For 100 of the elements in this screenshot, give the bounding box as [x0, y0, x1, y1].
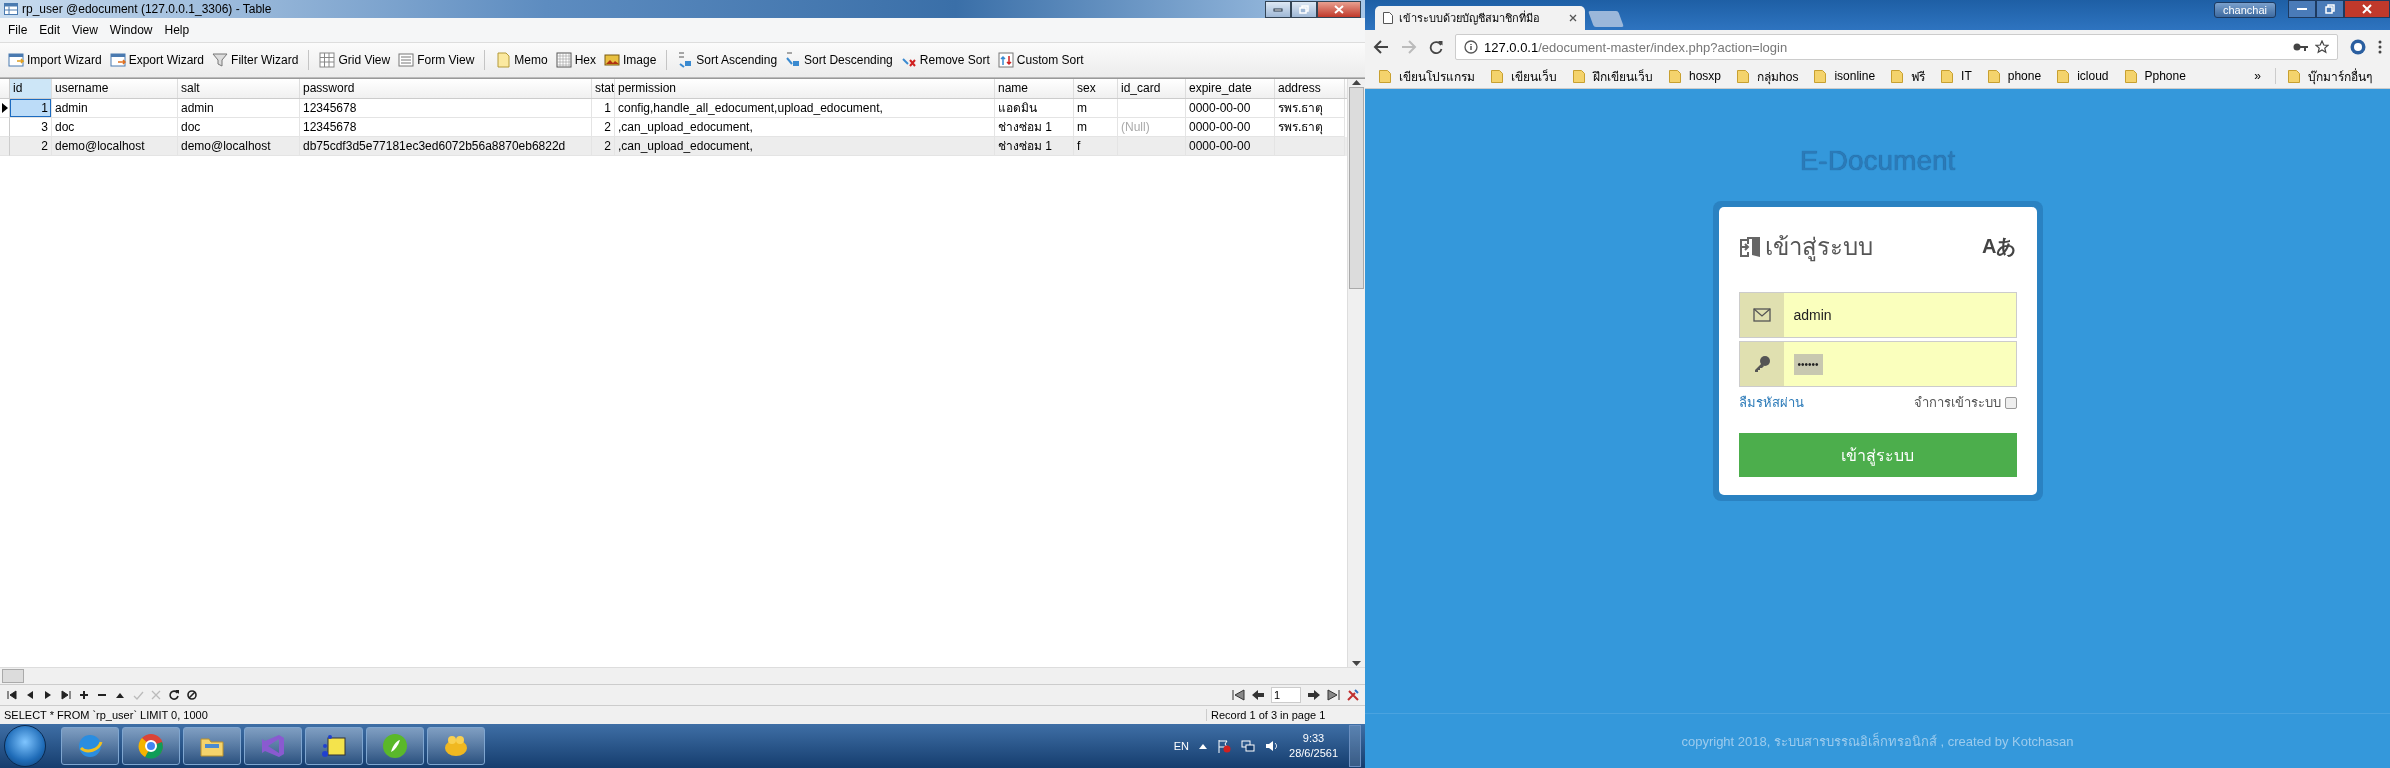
plus-button[interactable]: [78, 689, 90, 701]
folder-icon: [2057, 69, 2070, 83]
flag-icon[interactable]: [1217, 739, 1232, 753]
horizontal-scrollbar[interactable]: [0, 667, 1365, 684]
bookmark[interactable]: isonline: [1808, 67, 1886, 85]
table-row[interactable]: 3 doc doc 12345678 2 ,can_upload_edocument, ช่างซ่อม 1 m (Null) 0000-00-00 รพร.ธาตุ: [0, 118, 1347, 137]
toolbar-button[interactable]: Export Wizard: [105, 50, 209, 70]
bookmark[interactable]: เขียนโปรแกรม: [1373, 64, 1485, 88]
remember-checkbox[interactable]: [2004, 396, 2017, 409]
first-button[interactable]: [6, 689, 18, 701]
taskbar-button[interactable]: [427, 727, 485, 765]
last-button[interactable]: [60, 689, 72, 701]
toolbar-button[interactable]: Sort Ascending: [673, 50, 782, 70]
table-icon: [8, 52, 24, 68]
column-header[interactable]: username: [52, 79, 178, 98]
column-header[interactable]: expire_date: [1186, 79, 1275, 98]
new-tab-button[interactable]: [1588, 11, 1624, 27]
toolbar-button[interactable]: Image: [600, 50, 661, 70]
menu-item[interactable]: Help: [158, 21, 196, 39]
taskbar-button[interactable]: [61, 727, 119, 765]
taskbar-button[interactable]: [122, 727, 180, 765]
bookmark[interactable]: กลุ่มhos: [1731, 64, 1809, 88]
reload-button[interactable]: [1429, 40, 1443, 54]
column-header[interactable]: permission: [615, 79, 995, 98]
toolbar-button[interactable]: Hex: [551, 50, 600, 70]
close-icon[interactable]: [1569, 14, 1577, 22]
toolbar-button[interactable]: Import Wizard: [4, 50, 106, 70]
settings-button[interactable]: [1347, 689, 1359, 701]
profile-name[interactable]: chanchai: [2213, 2, 2276, 18]
page-field[interactable]: 1: [1271, 687, 1301, 703]
menu-item[interactable]: Edit: [33, 21, 67, 39]
stop-button[interactable]: [186, 689, 198, 701]
last-icon: [1327, 689, 1341, 701]
column-header[interactable]: sex: [1074, 79, 1118, 98]
start-button[interactable]: [4, 725, 46, 767]
browser-tab[interactable]: เข้าระบบด้วยบัญชีสมาชิกที่มีอ: [1375, 6, 1585, 30]
first-page-button[interactable]: [1231, 689, 1245, 701]
restore-button[interactable]: [2316, 0, 2344, 18]
refresh-button[interactable]: [168, 689, 180, 701]
toolbar-button[interactable]: Memo: [491, 50, 552, 70]
bookmark[interactable]: บุ๊กมาร์กอื่นๆ: [2282, 64, 2382, 88]
toolbar-button[interactable]: Custom Sort: [993, 50, 1088, 70]
star-icon[interactable]: [2315, 40, 2329, 54]
network-icon[interactable]: [1241, 739, 1256, 753]
back-button[interactable]: [1373, 40, 1389, 54]
column-header[interactable]: salt: [178, 79, 300, 98]
toolbar-button[interactable]: Remove Sort: [896, 50, 994, 70]
bookmark[interactable]: phone: [1981, 67, 2052, 85]
column-header[interactable]: stat: [592, 79, 615, 98]
bookmark[interactable]: IT: [1935, 67, 1982, 85]
language-indicator[interactable]: EN: [1173, 740, 1190, 752]
login-title: เข้าสู่ระบบ: [1764, 232, 1873, 264]
toolbar-button[interactable]: Grid View: [315, 50, 395, 70]
toolbar-button[interactable]: Filter Wizard: [208, 50, 303, 70]
column-header[interactable]: name: [995, 79, 1074, 98]
bookmark[interactable]: hosxp: [1663, 67, 1732, 85]
password-field[interactable]: ••••••: [1738, 341, 2017, 387]
restore-button[interactable]: [1291, 0, 1317, 18]
table-row[interactable]: 2 demo@localhost demo@localhost db75cdf3d5e77181ec3ed6072b56a8870eb6822d 2 ,can_upload_edocument, ช่างซ่อม 1 f 0000-00-00: [0, 137, 1347, 156]
clock[interactable]: 9:33 28/6/2561: [1289, 730, 1338, 762]
last-page-button[interactable]: [1327, 689, 1341, 701]
toolbar-button[interactable]: Sort Descending: [781, 50, 897, 70]
menu-item[interactable]: Window: [103, 21, 159, 39]
column-header[interactable]: id: [10, 79, 52, 98]
folder-icon: [2288, 69, 2300, 83]
column-header[interactable]: address: [1275, 79, 1345, 98]
taskbar-button[interactable]: [244, 727, 302, 765]
language-button[interactable]: Aあ: [1982, 233, 2017, 260]
speaker-icon[interactable]: [1265, 739, 1280, 753]
bookmark[interactable]: Pphone: [2118, 67, 2196, 85]
toolbar-button[interactable]: Form View: [394, 50, 479, 70]
forgot-password-link[interactable]: ลืมรหัสผ่าน: [1738, 392, 1804, 413]
menu-icon[interactable]: [2378, 40, 2382, 54]
address-bar[interactable]: 127.0.0.1/edocument-master/index.php?action=login: [1455, 34, 2338, 60]
bookmark[interactable]: icloud: [2051, 67, 2119, 85]
taskbar-button[interactable]: [183, 727, 241, 765]
menu-item[interactable]: File: [2, 21, 34, 39]
folder-icon: [1987, 69, 2000, 83]
menu-item[interactable]: View: [66, 21, 104, 39]
column-header[interactable]: id_card: [1118, 79, 1186, 98]
minimize-button[interactable]: [1265, 0, 1291, 18]
column-header[interactable]: password: [300, 79, 592, 98]
bookmark[interactable]: ฝึกเขียนเว็บ: [1567, 64, 1663, 88]
table-row[interactable]: 1 admin admin 12345678 1 config,handle_all_edocument,upload_edocument, แอดมิน m 0000-00-00 รพร.ธาตุ: [0, 99, 1347, 118]
triangle-up-icon[interactable]: [1199, 743, 1208, 749]
taskbar-button[interactable]: [305, 727, 363, 765]
minimize-button[interactable]: [2288, 0, 2316, 18]
bookmark[interactable]: ฟรี: [1885, 64, 1936, 88]
next-page-button[interactable]: [1307, 689, 1321, 701]
close-button[interactable]: [1317, 0, 1361, 18]
vertical-scrollbar[interactable]: [1347, 79, 1365, 667]
previous-page-button[interactable]: [1251, 689, 1265, 701]
taskbar-button[interactable]: [366, 727, 424, 765]
extension-icon[interactable]: [2350, 39, 2366, 55]
bookmark[interactable]: เขียนเว็บ: [1485, 64, 1567, 88]
check-button[interactable]: [132, 689, 144, 701]
more-bookmarks-button[interactable]: »: [2246, 69, 2269, 83]
key-icon[interactable]: [2293, 42, 2309, 52]
email-field[interactable]: admin: [1738, 292, 2017, 338]
close-button[interactable]: [2344, 0, 2390, 18]
